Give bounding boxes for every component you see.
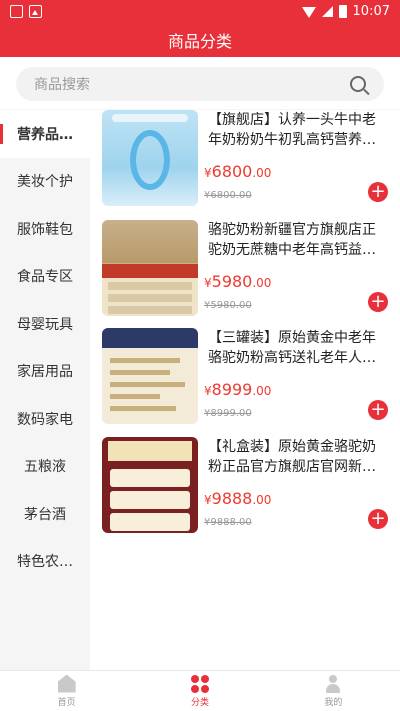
category-label: 美妆个护 bbox=[17, 174, 73, 191]
wifi-icon bbox=[301, 6, 316, 18]
category-item-home[interactable]: 家居用品 bbox=[0, 348, 90, 396]
price-decimal: .00 bbox=[252, 276, 272, 290]
price-integer: 5980 bbox=[211, 272, 253, 291]
category-item-wuliangye[interactable]: 五粮液 bbox=[0, 443, 90, 491]
category-label: 服饰鞋包 bbox=[17, 221, 73, 238]
plus-icon: + bbox=[370, 181, 386, 202]
category-label: 特色农… bbox=[17, 554, 73, 571]
search-icon[interactable] bbox=[350, 76, 366, 92]
product-name[interactable]: 【礼盒装】原始黄金骆驼奶粉正品官方旗舰店官网新… bbox=[208, 437, 380, 477]
product-card[interactable]: 【礼盒装】原始黄金骆驼奶粉正品官方旗舰店官网新… ¥9888.00 ¥9888.… bbox=[90, 437, 400, 547]
add-to-cart-button[interactable]: + bbox=[368, 182, 388, 202]
product-card[interactable]: 【旗舰店】认养一头牛中老年奶粉奶牛初乳高钙营养奶… ¥6800.00 ¥6800… bbox=[90, 110, 400, 220]
add-to-cart-button[interactable]: + bbox=[368, 509, 388, 529]
status-time: 10:07 bbox=[352, 3, 390, 19]
price-integer: 9888 bbox=[211, 489, 253, 508]
currency-symbol: ¥ bbox=[204, 384, 212, 398]
tab-category[interactable]: 分类 bbox=[133, 671, 266, 711]
product-price: ¥9888.00 bbox=[204, 489, 271, 508]
add-to-cart-button[interactable]: + bbox=[368, 400, 388, 420]
product-price: ¥5980.00 bbox=[204, 272, 271, 291]
product-image[interactable] bbox=[102, 437, 198, 533]
category-label: 母婴玩具 bbox=[17, 316, 73, 333]
category-item-baby-toys[interactable]: 母婴玩具 bbox=[0, 300, 90, 348]
price-integer: 8999 bbox=[211, 380, 253, 399]
tab-home[interactable]: 首页 bbox=[0, 671, 133, 711]
category-label: 五粮液 bbox=[24, 459, 66, 476]
user-icon bbox=[324, 674, 342, 693]
category-item-moutai[interactable]: 茅台酒 bbox=[0, 490, 90, 538]
price-decimal: .00 bbox=[252, 384, 272, 398]
page-title: 商品分类 bbox=[167, 31, 232, 51]
category-label: 家居用品 bbox=[17, 364, 73, 381]
original-price: ¥6800.00 bbox=[204, 190, 252, 201]
product-name[interactable]: 【旗舰店】认养一头牛中老年奶粉奶牛初乳高钙营养奶… bbox=[208, 110, 380, 150]
category-icon bbox=[190, 674, 209, 693]
plus-icon: + bbox=[370, 508, 386, 529]
tab-label: 分类 bbox=[190, 697, 209, 708]
plus-icon: + bbox=[370, 291, 386, 312]
tab-profile[interactable]: 我的 bbox=[267, 671, 400, 711]
battery-icon bbox=[338, 4, 347, 18]
category-item-specialty[interactable]: 特色农… bbox=[0, 538, 90, 586]
original-price: ¥8999.00 bbox=[204, 408, 252, 419]
tab-label: 我的 bbox=[324, 697, 343, 708]
price-integer: 6800 bbox=[211, 162, 253, 181]
search-placeholder: 商品搜索 bbox=[34, 77, 90, 93]
original-price: ¥5980.00 bbox=[204, 300, 252, 311]
add-to-cart-button[interactable]: + bbox=[368, 292, 388, 312]
product-name[interactable]: 骆驼奶粉新疆官方旗舰店正驼奶无蔗糖中老年高钙益… bbox=[208, 220, 380, 260]
search-section: 商品搜索 bbox=[0, 57, 400, 109]
original-price: ¥9888.00 bbox=[204, 517, 252, 528]
status-bar: 10:07 bbox=[0, 0, 400, 22]
product-list: 【旗舰店】认养一头牛中老年奶粉奶牛初乳高钙营养奶… ¥6800.00 ¥6800… bbox=[90, 110, 400, 670]
signal-icon bbox=[321, 5, 333, 17]
product-image[interactable] bbox=[102, 110, 198, 206]
category-label: 食品专区 bbox=[17, 269, 73, 286]
product-price: ¥6800.00 bbox=[204, 162, 271, 181]
tab-label: 首页 bbox=[57, 697, 76, 708]
plus-icon: + bbox=[370, 399, 386, 420]
currency-symbol: ¥ bbox=[204, 166, 212, 180]
product-card[interactable]: 骆驼奶粉新疆官方旗舰店正驼奶无蔗糖中老年高钙益… ¥5980.00 ¥5980.… bbox=[90, 220, 400, 330]
category-label: 茅台酒 bbox=[24, 506, 66, 523]
category-sidebar: 营养品… 美妆个护 服饰鞋包 食品专区 母婴玩具 家居用品 数码家电 五粮液 茅… bbox=[0, 110, 90, 670]
product-image[interactable] bbox=[102, 328, 198, 424]
category-item-digital[interactable]: 数码家电 bbox=[0, 395, 90, 443]
image-notification-icon bbox=[29, 4, 42, 18]
category-label: 营养品… bbox=[17, 126, 73, 143]
product-price: ¥8999.00 bbox=[204, 380, 271, 399]
category-item-apparel[interactable]: 服饰鞋包 bbox=[0, 205, 90, 253]
product-image[interactable] bbox=[102, 220, 198, 316]
bottom-tab-bar: 首页 分类 我的 bbox=[0, 670, 400, 711]
category-item-beauty[interactable]: 美妆个护 bbox=[0, 158, 90, 206]
product-card[interactable]: 【三罐装】原始黄金中老年骆驼奶粉高钙送礼老年人… ¥8999.00 ¥8999.… bbox=[90, 328, 400, 438]
product-name[interactable]: 【三罐装】原始黄金中老年骆驼奶粉高钙送礼老年人… bbox=[208, 328, 380, 368]
currency-symbol: ¥ bbox=[204, 276, 212, 290]
price-decimal: .00 bbox=[252, 493, 272, 507]
notification-icon bbox=[10, 4, 23, 18]
currency-symbol: ¥ bbox=[204, 493, 212, 507]
home-icon bbox=[57, 674, 76, 693]
search-input[interactable]: 商品搜索 bbox=[16, 67, 384, 101]
category-item-food[interactable]: 食品专区 bbox=[0, 253, 90, 301]
category-item-nutrition[interactable]: 营养品… bbox=[0, 110, 90, 158]
app-header: 10:07 商品分类 bbox=[0, 0, 400, 57]
category-label: 数码家电 bbox=[17, 411, 73, 428]
price-decimal: .00 bbox=[252, 166, 272, 180]
